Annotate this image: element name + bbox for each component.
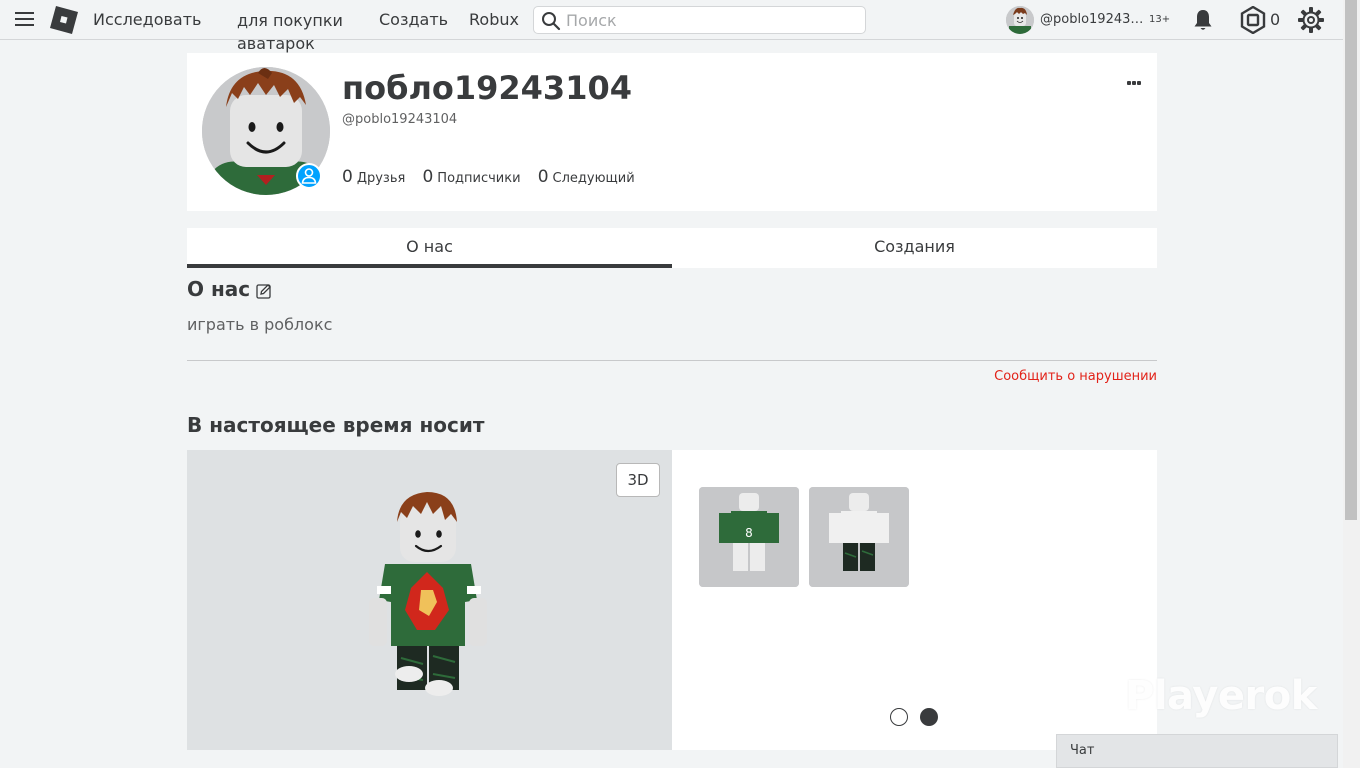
roblox-logo[interactable] — [50, 6, 78, 34]
scrollbar-thumb[interactable] — [1345, 0, 1357, 520]
divider — [187, 360, 1157, 361]
more-options-icon[interactable] — [1127, 70, 1142, 89]
stat-label: Следующий — [552, 171, 635, 186]
profile-tabs: О нас Создания — [187, 228, 1157, 268]
profile-stats: 0 Друзья 0 Подписчики 0 Следующий — [342, 167, 648, 187]
nav-create-link[interactable]: Создать — [379, 9, 448, 31]
stat-count: 0 — [422, 167, 434, 187]
stat-label: Друзья — [356, 171, 406, 186]
stat-count: 0 — [537, 167, 549, 187]
friends-stat[interactable]: 0 Друзья — [342, 167, 405, 187]
age-badge: 13+ — [1149, 14, 1171, 25]
settings-gear-icon[interactable] — [1297, 6, 1325, 34]
chat-bar[interactable]: Чат — [1056, 734, 1338, 768]
following-stat[interactable]: 0 Следующий — [538, 167, 635, 187]
currently-wearing-panel: 3D 8 — [187, 450, 1157, 750]
nav-avatar-shop-link[interactable]: для покупки аватарок — [237, 9, 357, 55]
carousel-page-1-dot[interactable] — [890, 708, 908, 726]
user-name: @poblo192431... — [1040, 12, 1145, 27]
about-title: О нас — [187, 277, 251, 301]
profile-username: @poblo19243104 — [342, 112, 458, 127]
edit-icon[interactable] — [256, 283, 272, 299]
nav-robux-link[interactable]: Robux — [469, 9, 519, 31]
carousel-page-2-dot[interactable] — [920, 708, 938, 726]
toggle-3d-button[interactable]: 3D — [616, 463, 660, 497]
tab-about[interactable]: О нас — [187, 228, 672, 268]
robux-icon[interactable] — [1240, 6, 1266, 34]
online-status-badge — [296, 163, 322, 189]
search-box — [533, 6, 866, 34]
stat-label: Подписчики — [437, 171, 521, 186]
chat-label: Чат — [1070, 743, 1095, 758]
stat-count: 0 — [342, 167, 353, 187]
watermark: Playerok — [1125, 673, 1317, 719]
notifications-bell-icon[interactable] — [1191, 8, 1215, 32]
about-description: играть в роблокс — [187, 315, 333, 334]
nav-explore-link[interactable]: Исследовать — [93, 9, 201, 31]
avatar-preview: 3D — [187, 450, 672, 750]
profile-header: поблo19243104 @poblo19243104 0 Друзья 0 По… — [187, 53, 1157, 211]
search-input[interactable] — [566, 9, 856, 31]
avatar-figure — [369, 492, 487, 696]
search-icon — [542, 12, 561, 31]
profile-display-name: поблo19243104 — [342, 69, 632, 107]
top-navigation-bar: Исследовать для покупки аватарок Создать… — [0, 0, 1360, 53]
followers-stat[interactable]: 0 Подписчики — [422, 167, 520, 187]
page-scrollbar[interactable] — [1343, 0, 1360, 768]
worn-item-pants[interactable] — [809, 487, 909, 587]
avatar — [1006, 6, 1034, 34]
tab-creations[interactable]: Создания — [672, 228, 1157, 268]
currently-wearing-title: В настоящее время носит — [187, 413, 485, 437]
report-abuse-link[interactable]: Сообщить о нарушении — [940, 369, 1157, 384]
person-icon — [301, 168, 317, 184]
menu-icon[interactable] — [15, 12, 34, 27]
svg-text:8: 8 — [745, 526, 753, 540]
worn-item-shirt[interactable]: 8 — [699, 487, 799, 587]
robux-balance[interactable]: 0 — [1270, 10, 1280, 29]
